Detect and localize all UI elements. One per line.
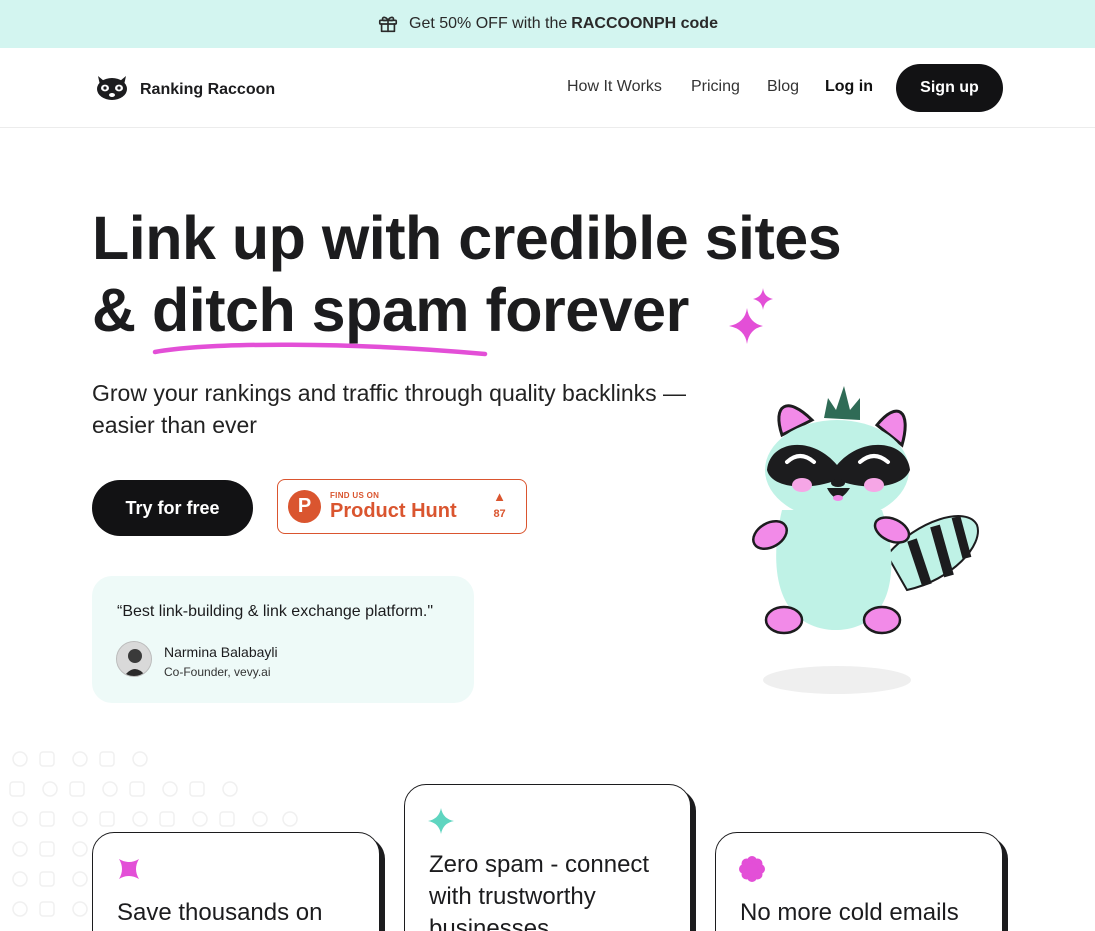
ph-upvote: ▲ 87 xyxy=(493,489,506,521)
signup-button[interactable]: Sign up xyxy=(896,64,1003,112)
testimonial-card: “Best link-building & link exchange plat… xyxy=(92,576,474,703)
pink-underline xyxy=(152,342,488,357)
testimonial-quote: “Best link-building & link exchange plat… xyxy=(117,603,434,620)
nav-how-it-works[interactable]: How It Works xyxy=(567,78,662,96)
feature-card-title: No more cold emails xyxy=(740,899,959,926)
pink-sparkle-icon xyxy=(727,288,777,349)
gift-icon xyxy=(377,13,399,35)
hero-subtitle: Grow your rankings and traffic through q… xyxy=(92,380,687,438)
testimonial-author: Narmina Balabayli xyxy=(164,644,278,660)
feature-card-zero-spam: Zero spam - connect with trustworthy bus… xyxy=(404,784,691,931)
ph-vote-count: 87 xyxy=(493,508,506,520)
promo-code: RACCOONPH code xyxy=(571,15,718,32)
promo-text: Get 50% OFF with the xyxy=(409,15,568,32)
testimonial-role: Co-Founder, vevy.ai xyxy=(164,665,271,679)
nav-blog[interactable]: Blog xyxy=(767,78,799,96)
raccoon-mascot-illustration xyxy=(742,380,992,705)
feature-card-title: Zero spam - connect with trustworthy bus… xyxy=(429,851,650,931)
pink-x-sparkle-icon xyxy=(115,855,143,888)
hero-title-line1: Link up with credible sites xyxy=(92,204,842,272)
top-navbar: Ranking Raccoon How It Works Pricing Blo… xyxy=(0,48,1095,128)
product-hunt-badge[interactable]: P FIND US ON Product Hunt ▲ 87 xyxy=(277,479,527,534)
avatar xyxy=(116,641,152,677)
ph-find-us: FIND US ON xyxy=(330,491,380,500)
product-hunt-text: FIND US ON Product Hunt xyxy=(330,491,457,522)
hero-title-highlight-text: ditch spam xyxy=(152,276,470,344)
hero-title-highlight: ditch spam xyxy=(152,274,488,357)
hero-title-prefix: & xyxy=(92,276,136,344)
feature-card-title: Save thousands on xyxy=(117,899,323,926)
raccoon-logo-icon xyxy=(94,72,130,107)
ph-product-hunt: Product Hunt xyxy=(330,500,457,522)
promo-banner[interactable]: Get 50% OFF with the RACCOONPH code xyxy=(0,0,1095,48)
upvote-triangle-icon: ▲ xyxy=(493,489,506,504)
teal-sparkle-icon xyxy=(427,807,455,840)
brand-name: Ranking Raccoon xyxy=(140,80,276,98)
feature-card-no-cold-emails: No more cold emails xyxy=(715,832,1003,931)
brand-link[interactable]: Ranking Raccoon xyxy=(94,72,275,107)
product-hunt-logo-icon: P xyxy=(288,490,321,523)
hero-title-suffix: forever xyxy=(485,276,689,344)
feature-card-save: Save thousands on xyxy=(92,832,380,931)
nav-pricing[interactable]: Pricing xyxy=(691,78,740,96)
pink-flower-icon xyxy=(738,855,766,888)
try-for-free-button[interactable]: Try for free xyxy=(92,480,253,536)
login-link[interactable]: Log in xyxy=(825,78,873,96)
